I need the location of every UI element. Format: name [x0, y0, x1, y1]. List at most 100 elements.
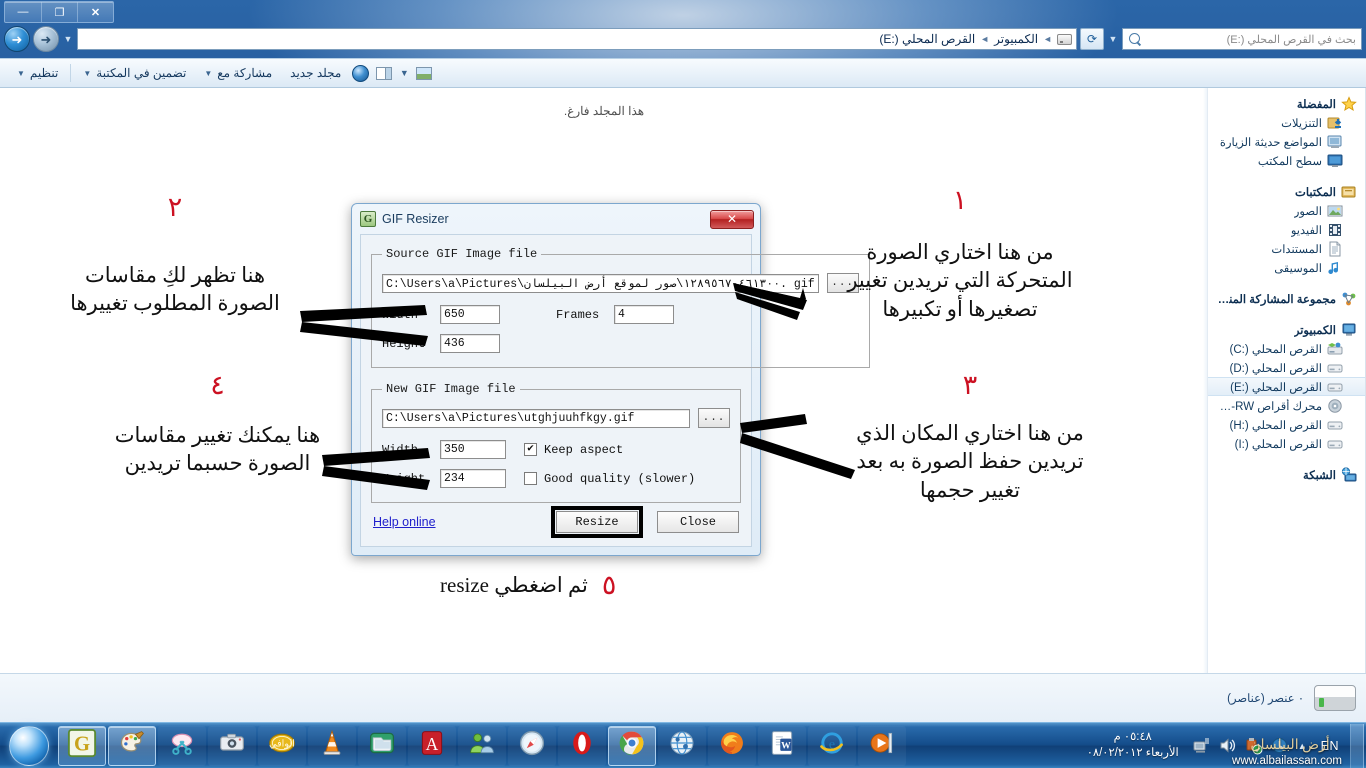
forward-arrow-icon[interactable]: ➜ [4, 26, 30, 52]
source-path-input[interactable]: C:\Users\a\Pictures\١٢٨٩٥٦٧٠٤٦١٣٠٠\صور ل… [382, 273, 819, 293]
taskbar-clock[interactable]: ٠٥:٤٨ م الأربعاء ٠٨/٠٢/٢٠١٢ [1081, 730, 1185, 761]
sidebar-item-drive-e[interactable]: القرص المحلي (:E) [1208, 377, 1365, 396]
sidebar-item-drive-d[interactable]: القرص المحلي (:D) [1208, 358, 1365, 377]
view-chevron-down-icon[interactable]: ▼ [398, 62, 410, 84]
organize-button[interactable]: تنظيم ▼ [8, 63, 67, 83]
sidebar-item-downloads[interactable]: التنزيلات [1208, 113, 1365, 132]
sidebar-item-libraries[interactable]: المكتبات [1208, 182, 1365, 201]
taskbar-button-opera[interactable] [558, 725, 606, 766]
source-gif-group: Source GIF Image file C:\Users\a\Picture… [371, 247, 870, 368]
sidebar-item-drive-c[interactable]: القرص المحلي (:C) [1208, 339, 1365, 358]
close-button[interactable]: Close [657, 511, 739, 533]
sidebar-item-favorites[interactable]: المفضلة [1208, 94, 1365, 113]
source-width-label: Width [382, 307, 419, 322]
preview-pane-icon[interactable] [414, 63, 434, 83]
taskbar-button-messenger[interactable] [458, 725, 506, 766]
good-quality-checkbox[interactable]: Good quality (slower) [524, 472, 695, 486]
start-button[interactable] [2, 724, 56, 768]
drive-icon [1327, 360, 1343, 376]
sidebar-label: التنزيلات [1281, 117, 1322, 130]
sidebar-item-computer[interactable]: الكمبيوتر [1208, 320, 1365, 339]
sidebar-label: الشبكة [1303, 469, 1336, 482]
firefox-icon [718, 729, 746, 762]
new-height-input[interactable]: 234 [440, 469, 506, 488]
taskbar-button-internet-globe[interactable] [658, 725, 706, 766]
search-input[interactable]: بحث في القرص المحلي (:E) [1122, 28, 1362, 50]
chevron-down-icon: ▼ [83, 68, 92, 78]
taskbar-button-safari[interactable] [508, 725, 556, 766]
share-with-button[interactable]: مشاركة مع ▼ [195, 63, 281, 83]
chrome-icon [618, 729, 646, 762]
annotation-text: من هنا اختاري المكان الذي تريدين حفظ الص… [856, 421, 1084, 502]
internet-explorer-icon: e [818, 729, 846, 762]
source-height-input[interactable]: 436 [440, 334, 500, 353]
taskbar-button-quran-app[interactable]: الوافي [258, 725, 306, 766]
restore-window-button[interactable]: ❐ [41, 2, 77, 22]
sidebar-item-documents[interactable]: المستندات [1208, 239, 1365, 258]
dialog-close-button[interactable]: ✕ [710, 209, 754, 229]
new-folder-button[interactable]: مجلد جديد [281, 63, 350, 83]
dialog-titlebar[interactable]: G GIF Resizer ✕ [355, 207, 757, 231]
sidebar-item-recent-places[interactable]: المواضع حديثة الزيارة [1208, 132, 1365, 151]
new-path-input[interactable]: C:\Users\a\Pictures\utghjuuhfkgy.gif [382, 408, 690, 428]
search-placeholder: بحث في القرص المحلي (:E) [1226, 33, 1356, 46]
sidebar-item-music[interactable]: الموسيقى [1208, 258, 1365, 277]
network-icon[interactable] [1192, 736, 1211, 755]
taskbar-button-google-chrome[interactable] [608, 725, 656, 766]
sidebar-item-desktop[interactable]: سطح المكتب [1208, 151, 1365, 170]
breadcrumb-computer[interactable]: الكمبيوتر [994, 32, 1038, 46]
details-pane: ٠ عنصر (عناصر) [0, 673, 1366, 722]
dialog-body: Source GIF Image file C:\Users\a\Picture… [360, 234, 870, 547]
chevron-down-icon: ▼ [204, 68, 213, 78]
sidebar-item-videos[interactable]: الفيديو [1208, 220, 1365, 239]
gif-resizer-dialog[interactable]: G GIF Resizer ✕ Source GIF Image file C:… [351, 203, 870, 556]
taskbar-button-adobe-reader[interactable]: A [408, 725, 456, 766]
new-group-legend: New GIF Image file [386, 382, 516, 396]
layout-pane-icon[interactable] [374, 63, 394, 83]
new-width-input[interactable]: 350 [440, 440, 506, 459]
recent-places-icon [1327, 134, 1343, 150]
system-drive-icon [1327, 341, 1343, 357]
taskbar-button-snipping-tool[interactable] [158, 725, 206, 766]
taskbar-button-folder-explorer[interactable] [358, 725, 406, 766]
vlc-cone-icon [318, 729, 346, 762]
close-window-button[interactable]: ✕ [77, 2, 113, 22]
address-dropdown-chevron-icon[interactable]: ▼ [1107, 28, 1119, 50]
sidebar-item-dvd-drive[interactable]: محرك أقراص DVD-RW [1208, 396, 1365, 415]
messenger-people-icon [468, 729, 496, 762]
refresh-icon[interactable]: ⟳ [1080, 28, 1104, 50]
taskbar-button-media-player[interactable] [858, 725, 906, 766]
back-arrow-icon[interactable]: ➜ [33, 26, 59, 52]
sidebar-item-homegroup[interactable]: مجموعة المشاركة المنزلية [1208, 289, 1365, 308]
annotation-text: هنا يمكنك تغيير مقاسات الصورة حسبما تريد… [114, 423, 321, 476]
taskbar-button-microsoft-word[interactable]: W [758, 725, 806, 766]
taskbar-button-camera-app[interactable] [208, 725, 256, 766]
source-width-input[interactable]: 650 [440, 305, 500, 324]
taskbar-button-vlc[interactable] [308, 725, 356, 766]
taskbar-button-paint[interactable] [108, 725, 156, 766]
minimize-window-button[interactable]: — [5, 2, 41, 22]
gif-resizer-icon: G [67, 728, 97, 763]
svg-text:e: e [829, 737, 835, 752]
include-in-library-button[interactable]: تضمين في المكتبة ▼ [74, 63, 195, 83]
sidebar-item-drive-i[interactable]: القرص المحلي (:I) [1208, 434, 1365, 453]
new-browse-button[interactable]: ... [698, 408, 730, 428]
breadcrumb-drive[interactable]: القرص المحلي (:E) [879, 32, 975, 46]
new-width-row: Width 350 ✔ Keep aspect [382, 440, 730, 459]
taskbar-button-internet-explorer[interactable]: e [808, 725, 856, 766]
sidebar-item-pictures[interactable]: الصور [1208, 201, 1365, 220]
address-input[interactable]: ◄ الكمبيوتر ◄ القرص المحلي (:E) [77, 28, 1077, 50]
sidebar-item-network[interactable]: الشبكة [1208, 465, 1365, 484]
sidebar-item-drive-h[interactable]: القرص المحلي (:H) [1208, 415, 1365, 434]
annotation-1: ١ من هنا اختاري الصورة المتحركة التي تري… [835, 185, 1085, 323]
keep-aspect-checkbox[interactable]: ✔ Keep aspect [524, 443, 623, 457]
paint-icon [118, 729, 146, 762]
taskbar-button-gif-resizer[interactable]: G [58, 725, 106, 766]
recent-pages-chevron-icon[interactable]: ▼ [62, 28, 74, 50]
svg-text:الوافي: الوافي [269, 739, 295, 750]
help-online-link[interactable]: Help online [373, 515, 436, 529]
taskbar-button-firefox[interactable] [708, 725, 756, 766]
resize-button[interactable]: Resize [556, 511, 638, 533]
help-globe-icon[interactable] [350, 63, 370, 83]
annotation-text: ثم اضغطي resize [440, 573, 588, 598]
